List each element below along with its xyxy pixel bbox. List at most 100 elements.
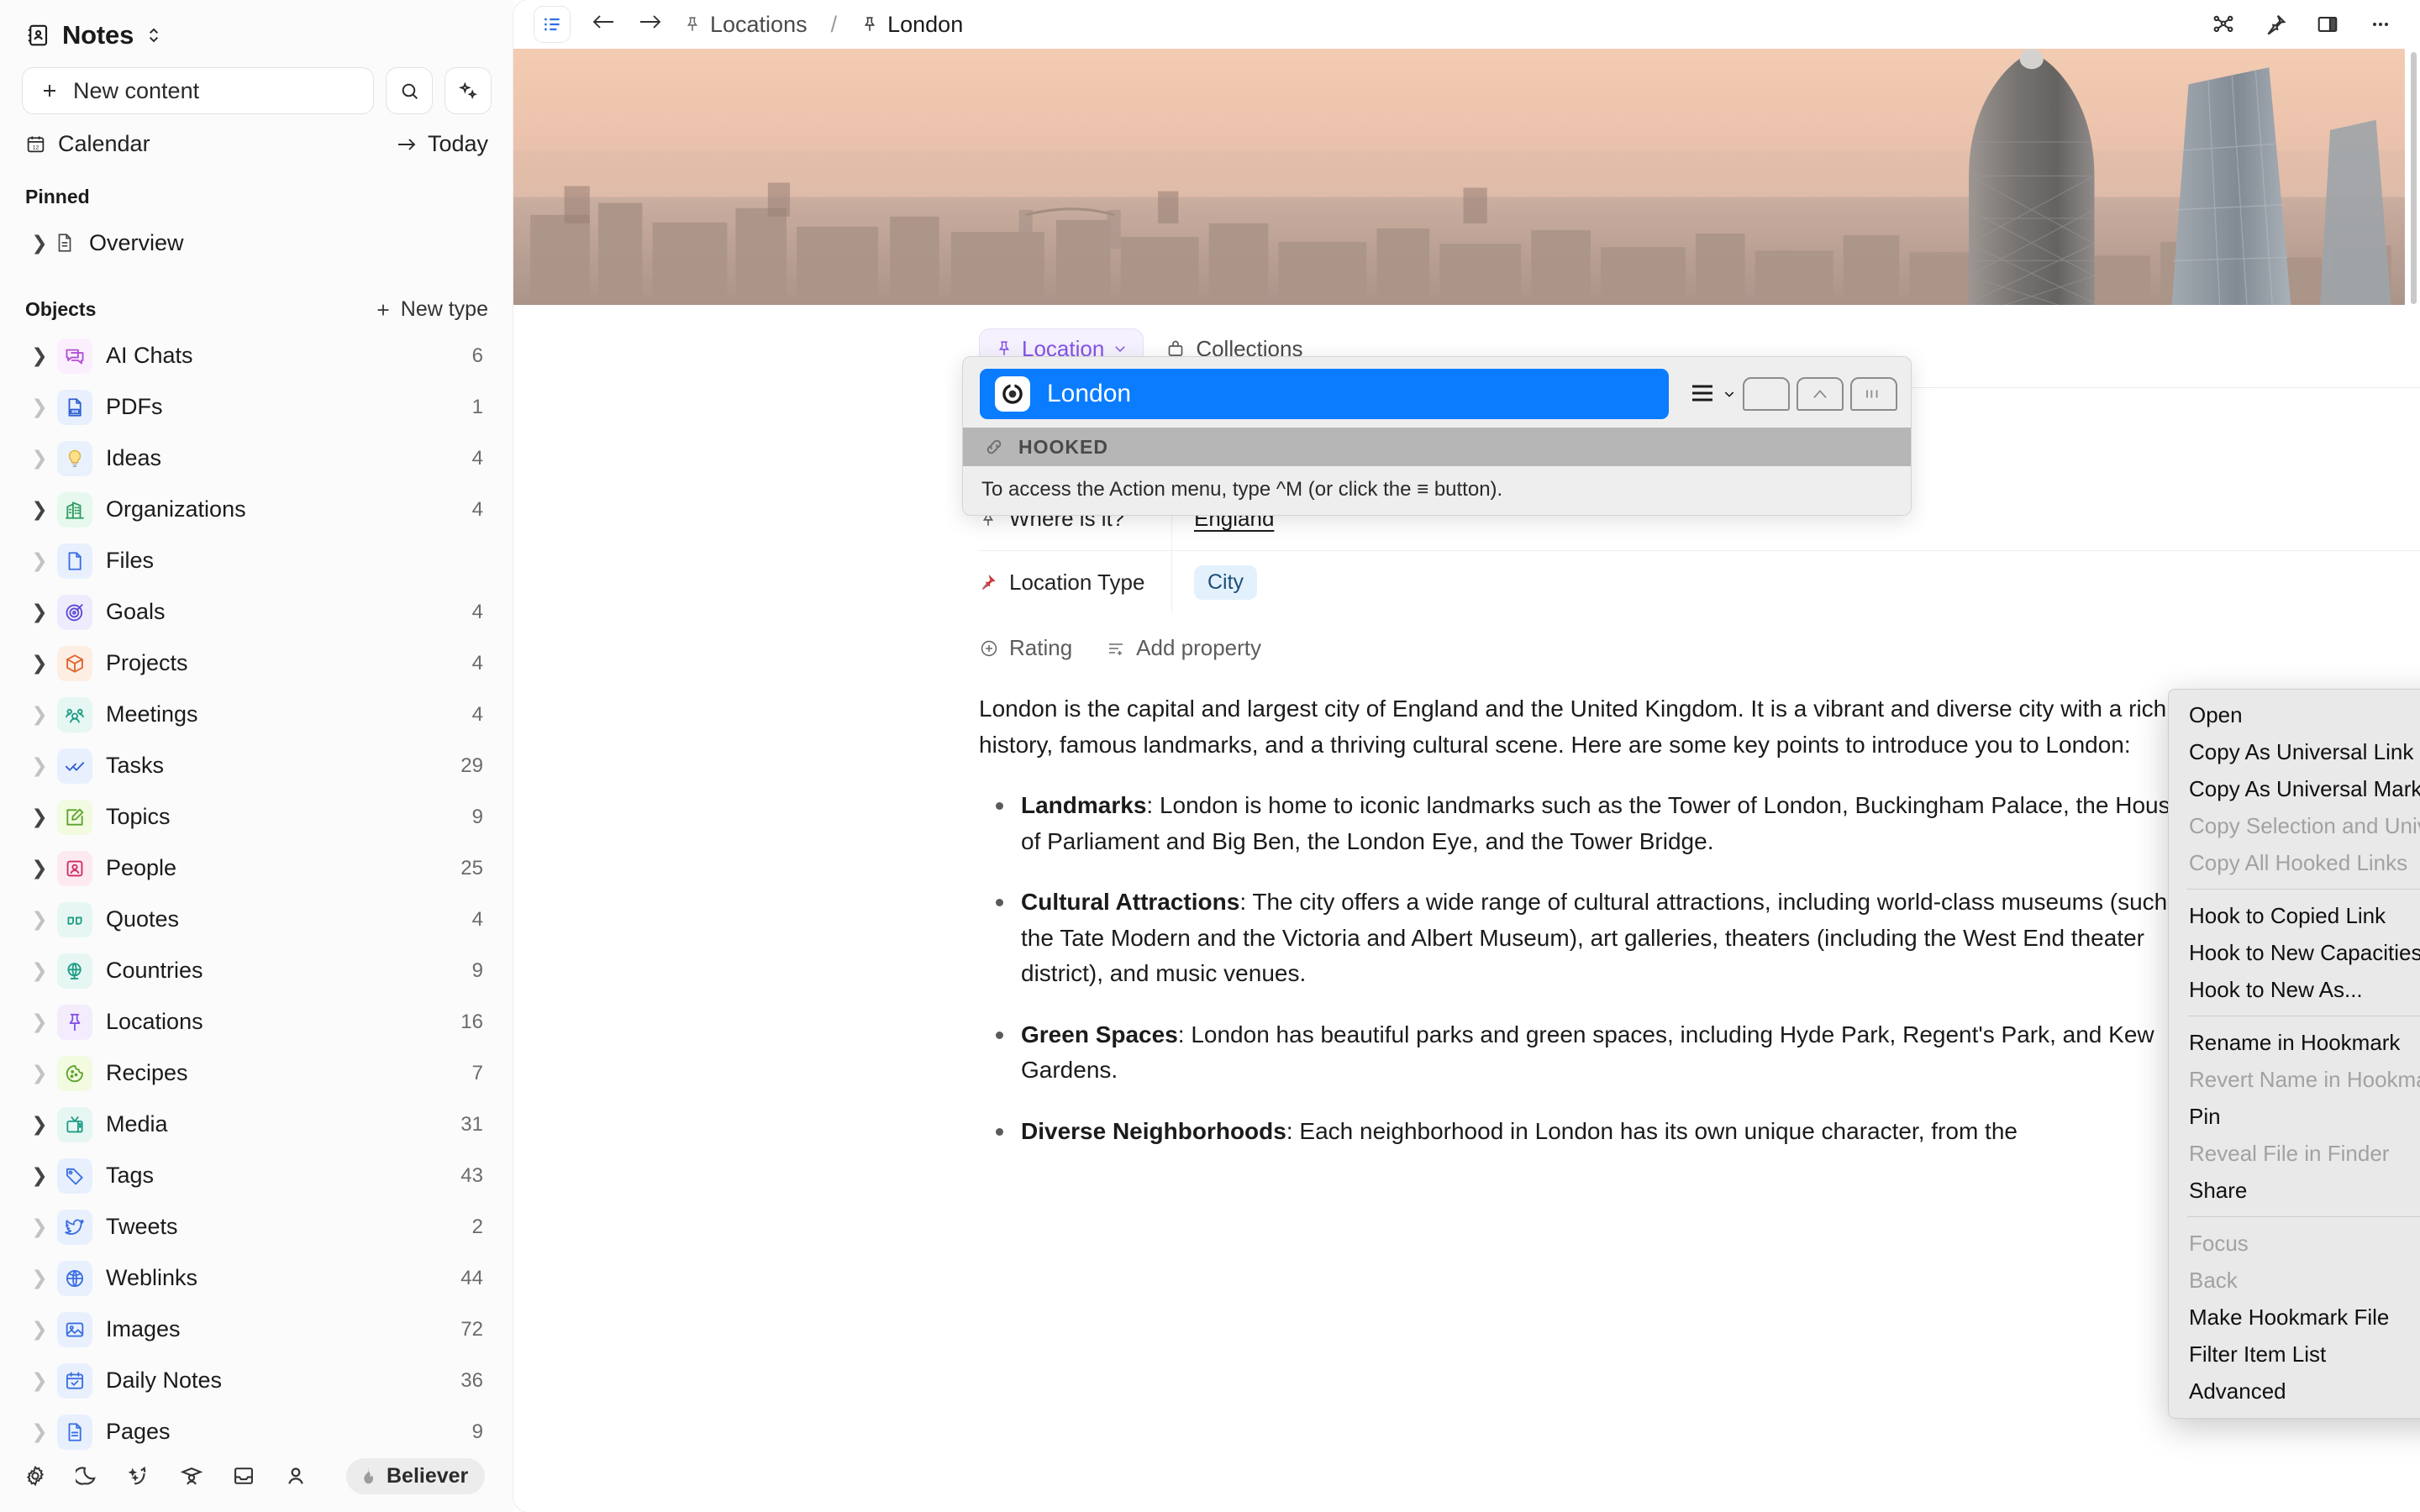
chevron-right-icon[interactable]: ❯ xyxy=(25,806,54,828)
sidebar-item-tasks[interactable]: ❯ Tasks 29 xyxy=(18,740,495,791)
sidebar-item-tags[interactable]: ❯ Tags 43 xyxy=(18,1150,495,1201)
calendar-row[interactable]: 12 Calendar Today xyxy=(0,114,513,157)
hookmark-tab-notes[interactable] xyxy=(1850,377,1897,411)
sidebar-item-quotes[interactable]: ❯ Quotes 4 xyxy=(18,894,495,945)
chevron-right-icon[interactable]: ❯ xyxy=(25,754,54,777)
context-menu[interactable]: Open⌘ OCopy As Universal Link⌥⌘ CCopy As… xyxy=(2168,689,2420,1419)
menu-item-rename-in-hookmark[interactable]: Rename in Hookmark^⇧ R xyxy=(2169,1024,2420,1061)
chevron-right-icon[interactable]: ❯ xyxy=(25,1267,54,1289)
chevron-updown-icon[interactable] xyxy=(145,24,162,46)
chevron-right-icon[interactable]: ❯ xyxy=(25,1369,54,1392)
menu-item-hook-to-new-capacities-as[interactable]: Hook to New Capacities As...⌥⌘ N xyxy=(2169,934,2420,971)
arrow-left-icon[interactable] xyxy=(589,10,618,39)
rating-button[interactable]: Rating xyxy=(979,635,1072,661)
hookmark-title-field[interactable]: London xyxy=(980,369,1669,419)
sidebar-header[interactable]: Notes xyxy=(0,0,513,57)
menu-item-label: Copy Selection and Universal Link xyxy=(2189,812,2420,838)
breadcrumb-locations[interactable]: Locations xyxy=(683,12,808,38)
menu-item-make-hookmark-file[interactable]: Make Hookmark File⇧⌘ H xyxy=(2169,1299,2420,1336)
note-body[interactable]: London is the capital and largest city o… xyxy=(979,691,2214,1149)
chevron-right-icon[interactable]: ❯ xyxy=(25,857,54,879)
sidebar-item-meetings[interactable]: ❯ Meetings 4 xyxy=(18,689,495,740)
chevron-right-icon[interactable]: ❯ xyxy=(25,1164,54,1187)
sidebar-item-organizations[interactable]: ❯ Organizations 4 xyxy=(18,484,495,535)
sidebar-item-images[interactable]: ❯ Images 72 xyxy=(18,1304,495,1355)
believer-badge[interactable]: Believer xyxy=(346,1457,486,1494)
chevron-right-icon[interactable]: ❯ xyxy=(25,1062,54,1084)
chevron-right-icon[interactable]: ❯ xyxy=(25,1318,54,1341)
sidebar-item-projects[interactable]: ❯ Projects 4 xyxy=(18,638,495,689)
chevron-right-icon[interactable]: ❯ xyxy=(25,344,54,367)
add-property-button[interactable]: Add property xyxy=(1106,635,1261,661)
new-type-button[interactable]: New type xyxy=(374,297,488,322)
chevron-right-icon[interactable]: ❯ xyxy=(25,498,54,521)
sidebar-item-count: 72 xyxy=(460,1317,483,1341)
chevron-right-icon[interactable]: ❯ xyxy=(25,447,54,470)
chevron-right-icon[interactable]: ❯ xyxy=(25,549,54,572)
sidebar-item-label: Ideas xyxy=(106,445,162,470)
sidebar-item-daily-notes[interactable]: ❯ Daily Notes 36 xyxy=(18,1355,495,1406)
chevron-right-icon[interactable]: ❯ xyxy=(25,232,54,255)
sidebar-item-weblinks[interactable]: ❯ Weblinks 44 xyxy=(18,1252,495,1304)
more-icon[interactable] xyxy=(2368,13,2393,36)
chevron-right-icon[interactable]: ❯ xyxy=(25,652,54,675)
sidebar-item-recipes[interactable]: ❯ Recipes 7 xyxy=(18,1047,495,1099)
account-icon[interactable] xyxy=(284,1464,308,1488)
sidebar-item-ideas[interactable]: ❯ Ideas 4 xyxy=(18,433,495,484)
sidebar-item-overview[interactable]: ❯ Overview xyxy=(0,217,513,269)
magic-icon[interactable] xyxy=(128,1464,151,1488)
hookmark-panel[interactable]: London HOOKED To access the Action menu,… xyxy=(962,356,1912,516)
chevron-right-icon[interactable]: ❯ xyxy=(25,1011,54,1033)
property-value[interactable]: City xyxy=(1172,551,1258,613)
chevron-right-icon[interactable]: ❯ xyxy=(25,703,54,726)
menu-item-pin[interactable]: Pin⌘ P xyxy=(2169,1098,2420,1135)
sidebar-item-goals[interactable]: ❯ Goals 4 xyxy=(18,586,495,638)
sidebar-item-media[interactable]: ❯ Media 31 xyxy=(18,1099,495,1150)
chevron-right-icon[interactable]: ❯ xyxy=(25,396,54,418)
graph-icon[interactable] xyxy=(2212,13,2235,36)
list-view-icon[interactable] xyxy=(534,6,571,43)
sidebar-item-files[interactable]: ❯ Files xyxy=(18,535,495,586)
chevron-right-icon[interactable]: ❯ xyxy=(25,601,54,623)
sidebar-item-topics[interactable]: ❯ Topics 9 xyxy=(18,791,495,843)
breadcrumb-london[interactable]: London xyxy=(860,12,963,38)
today-button[interactable]: Today xyxy=(396,131,488,157)
menu-item-copy-as-universal-link[interactable]: Copy As Universal Link⌥⌘ C xyxy=(2169,733,2420,770)
sidebar-item-countries[interactable]: ❯ Countries 9 xyxy=(18,945,495,996)
menu-item-advanced[interactable]: Advanced› xyxy=(2169,1373,2420,1410)
pin-icon[interactable] xyxy=(2264,13,2287,36)
hookmark-tab-hooked[interactable] xyxy=(1743,377,1790,411)
chevron-right-icon[interactable]: ❯ xyxy=(25,1113,54,1136)
sidebar-item-ai-chats[interactable]: ❯ AI Chats 6 xyxy=(18,330,495,381)
menu-item-open[interactable]: Open⌘ O xyxy=(2169,696,2420,733)
search-button[interactable] xyxy=(386,67,433,114)
sidebar-item-pdfs[interactable]: ❯ PDF PDFs 1 xyxy=(18,381,495,433)
action-menu-button[interactable] xyxy=(1689,379,1736,409)
menu-item-share[interactable]: Share› xyxy=(2169,1172,2420,1209)
split-view-icon[interactable] xyxy=(2316,13,2339,36)
hookmark-tab-recent[interactable] xyxy=(1797,377,1844,411)
new-content-button[interactable]: New content xyxy=(22,67,374,114)
moon-icon[interactable] xyxy=(76,1464,99,1488)
arrow-right-icon[interactable] xyxy=(636,10,665,39)
chevron-right-icon[interactable]: ❯ xyxy=(25,908,54,931)
property-value-pill[interactable]: City xyxy=(1194,564,1258,600)
menu-item-copy-as-universal-markdown-link[interactable]: Copy As Universal Markdown Link⌥⇧⌘ M xyxy=(2169,770,2420,807)
inbox-icon[interactable] xyxy=(232,1464,255,1488)
notebook-icon xyxy=(25,23,50,48)
property-row-location-type[interactable]: Location Type City xyxy=(979,550,2420,613)
menu-item-hook-to-new-as[interactable]: Hook to New As...^⌥⌘ N xyxy=(2169,971,2420,1008)
sidebar-item-tweets[interactable]: ❯ Tweets 2 xyxy=(18,1201,495,1252)
menu-item-hook-to-copied-link[interactable]: Hook to Copied Link⌘ V xyxy=(2169,897,2420,934)
sidebar-item-people[interactable]: ❯ People 25 xyxy=(18,843,495,894)
sidebar-item-locations[interactable]: ❯ Locations 16 xyxy=(18,996,495,1047)
ai-assist-button[interactable] xyxy=(445,67,492,114)
menu-item-filter-item-list[interactable]: Filter Item List⌘ F xyxy=(2169,1336,2420,1373)
vertical-scrollbar[interactable] xyxy=(2411,52,2417,304)
menu-item-label: Hook to New As... xyxy=(2189,976,2363,1002)
graduation-icon[interactable] xyxy=(180,1464,203,1488)
menu-separator xyxy=(2187,889,2420,890)
chevron-right-icon[interactable]: ❯ xyxy=(25,1215,54,1238)
chevron-right-icon[interactable]: ❯ xyxy=(25,959,54,982)
gear-icon[interactable] xyxy=(24,1464,47,1488)
